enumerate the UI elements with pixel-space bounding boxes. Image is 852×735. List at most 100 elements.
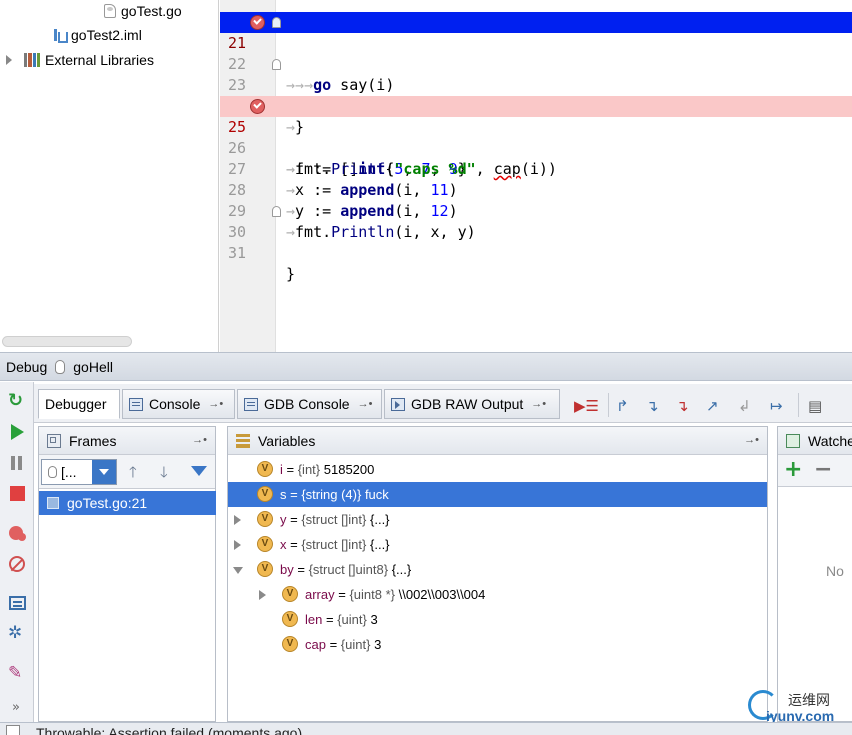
code-line[interactable]: 28 →y := append(i, 12): [220, 159, 852, 220]
code-editor[interactable]: 20 21 →→for i := 0; i < 100; i++ { 22 →→…: [220, 0, 852, 352]
mute-breakpoints-icon[interactable]: [9, 556, 25, 572]
code-line[interactable]: 27 →x := append(i, 11): [220, 138, 852, 199]
variable-name: len: [305, 612, 323, 627]
code-line[interactable]: 24: [220, 75, 852, 115]
arrow-up-icon[interactable]: 🡑: [129, 464, 137, 480]
horizontal-scrollbar[interactable]: [2, 336, 132, 347]
filter-icon[interactable]: [191, 466, 207, 476]
variable-row[interactable]: V cap = {uint} 3: [228, 632, 767, 657]
variable-row[interactable]: V array = {uint8 *} \\002\\003\\004: [228, 582, 767, 607]
more-icon[interactable]: »: [12, 700, 30, 718]
expand-arrow-icon[interactable]: [234, 540, 241, 550]
expand-arrow-icon[interactable]: [259, 590, 266, 600]
project-tree: goTest.go goTest2.iml External Libraries: [0, 0, 219, 352]
fold-icon[interactable]: [272, 206, 281, 217]
libraries-icon: [24, 53, 40, 67]
stack-frame-icon: [47, 497, 59, 509]
variable-row[interactable]: V s = {string (4)} fuck: [228, 482, 767, 507]
variable-row[interactable]: V y = {struct []int} {...}: [228, 507, 767, 532]
pin-icon[interactable]: →•: [531, 398, 546, 410]
variable-name: by: [280, 562, 294, 577]
tab-label: Console: [149, 396, 201, 412]
settings-icon[interactable]: [8, 623, 26, 644]
stop-icon[interactable]: [10, 486, 25, 501]
pin-icon[interactable]: →•: [358, 398, 373, 410]
variable-type: {struct []int}: [301, 537, 367, 552]
debug-side-toolbar: »: [0, 382, 34, 722]
collapse-arrow-icon[interactable]: [233, 567, 243, 574]
toolbar-separator: [608, 393, 609, 417]
variable-name: y: [280, 512, 287, 527]
fold-icon[interactable]: [272, 17, 281, 28]
chevron-down-icon[interactable]: [92, 460, 116, 484]
resume-icon[interactable]: [11, 424, 24, 440]
tree-item-gotest2-iml[interactable]: goTest2.iml: [52, 25, 142, 45]
frame-list-item[interactable]: goTest.go:21: [39, 491, 216, 515]
layout-settings-icon[interactable]: ▤: [808, 397, 822, 415]
pause-icon[interactable]: [8, 454, 26, 472]
arrow-down-icon[interactable]: 🡓: [160, 464, 168, 480]
variable-icon: V: [257, 536, 273, 552]
watches-panel: Watche + − No: [777, 426, 852, 722]
variable-type: {struct []uint8}: [308, 562, 389, 577]
variable-row[interactable]: V x = {struct []int} {...}: [228, 532, 767, 557]
line-number: 31: [227, 244, 246, 262]
variable-value: 5185200: [323, 462, 375, 477]
pin-tab-icon[interactable]: [8, 663, 26, 684]
code-line[interactable]: 26 →fmt.Printf("caps %d", cap(i)): [220, 117, 852, 178]
expand-arrow-icon[interactable]: [234, 515, 241, 525]
variable-row[interactable]: V i = {int} 5185200: [228, 457, 767, 482]
code-line[interactable]: 22 →→→go say(i): [220, 33, 852, 94]
evaluate-expression-icon[interactable]: ↦: [770, 397, 783, 415]
step-over-icon[interactable]: ↱: [616, 397, 629, 415]
remove-watch-icon[interactable]: −: [814, 457, 832, 482]
tree-item-gotest-go[interactable]: goTest.go: [104, 1, 182, 21]
pin-icon[interactable]: →•: [192, 434, 207, 446]
code-line[interactable]: 20: [220, 0, 852, 31]
breakpoint-icon[interactable]: [250, 99, 265, 114]
pin-icon[interactable]: →•: [208, 398, 223, 410]
add-watch-icon[interactable]: +: [784, 457, 802, 482]
drop-frame-icon[interactable]: ↲: [738, 397, 751, 415]
tab-debugger[interactable]: Debugger: [38, 389, 120, 419]
restore-layout-icon[interactable]: [9, 596, 26, 610]
debug-tabs-row: Debugger Console →• GDB Console →• GDB R…: [34, 384, 852, 423]
tab-gdb-raw-output[interactable]: GDB RAW Output →•: [384, 389, 560, 419]
variable-value: fuck: [364, 487, 389, 502]
frames-title: Frames: [69, 432, 117, 449]
pin-icon[interactable]: →•: [744, 434, 759, 446]
code-line[interactable]: 30 }: [220, 201, 852, 283]
thread-select[interactable]: [...: [41, 459, 117, 485]
step-into-icon[interactable]: ↴: [646, 397, 659, 415]
code-line[interactable]: 31: [220, 222, 852, 262]
tab-console[interactable]: Console →•: [122, 389, 235, 419]
gdb-raw-output-icon: [391, 397, 405, 411]
variable-row[interactable]: V by = {struct []uint8} {...}: [228, 557, 767, 582]
tab-gdb-console[interactable]: GDB Console →•: [237, 389, 382, 419]
tab-label: GDB RAW Output: [411, 396, 524, 412]
watermark-cn: 运维网: [788, 693, 830, 709]
fold-icon[interactable]: [272, 59, 281, 70]
code-line[interactable]: 23 →}: [220, 54, 852, 136]
breakpoint-icon[interactable]: [250, 15, 265, 30]
code-line[interactable]: 29 →fmt.Println(i, x, y): [220, 180, 852, 241]
status-text[interactable]: Throwable: Assertion failed (moments ago…: [36, 725, 302, 735]
show-execution-point-icon[interactable]: ▶☰: [574, 397, 599, 415]
tree-item-external-libraries[interactable]: External Libraries: [6, 50, 154, 70]
expand-arrow-icon[interactable]: [6, 55, 12, 65]
go-file-icon: [104, 4, 116, 18]
variable-value: {...}: [370, 537, 390, 552]
step-out-icon[interactable]: ↗: [706, 397, 719, 415]
variable-type: {uint}: [337, 612, 367, 627]
code-line-execution-point[interactable]: 21 →→for i := 0; i < 100; i++ {: [220, 12, 852, 115]
view-breakpoints-icon[interactable]: [9, 526, 23, 540]
status-icon[interactable]: [6, 725, 20, 735]
run-config-name[interactable]: goHell: [73, 359, 113, 375]
code-line-breakpoint[interactable]: 25 →i := []int{5, 7, 9}: [220, 96, 852, 178]
variable-row[interactable]: V len = {uint} 3: [228, 607, 767, 632]
rerun-icon[interactable]: [8, 390, 26, 412]
toolbar-separator: [798, 393, 799, 417]
variable-name: i: [280, 462, 283, 477]
force-step-into-icon[interactable]: ↴: [676, 397, 689, 415]
variable-type: {uint}: [340, 637, 371, 652]
